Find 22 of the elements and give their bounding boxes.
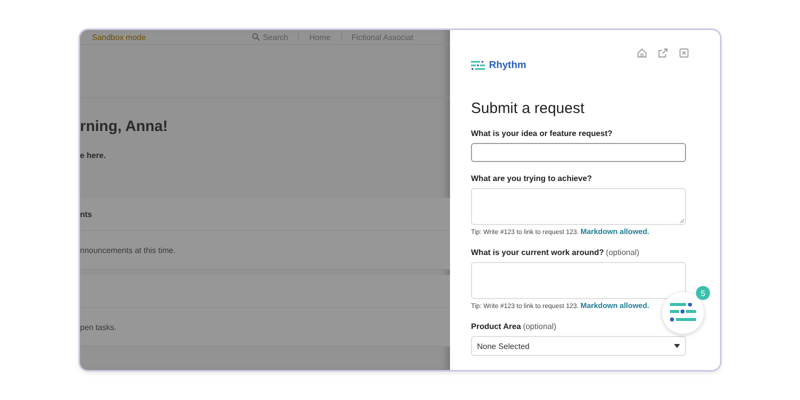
select-dropdown[interactable]: None Selected [471, 336, 686, 356]
caret-icon [674, 344, 680, 348]
greeting-subtitle: e here. [80, 151, 107, 160]
greeting-heading: rning, Anna! [80, 118, 169, 135]
field-label: What is your idea or feature request? [471, 129, 614, 138]
home-icon[interactable] [637, 48, 647, 58]
external-link-icon[interactable] [658, 48, 668, 58]
resize-grip-icon[interactable] [679, 218, 684, 223]
close-icon[interactable] [679, 48, 689, 58]
logo-icon [471, 61, 485, 70]
field-label: What is your current work around? (optional) [471, 248, 640, 257]
logo-icon [670, 303, 696, 323]
search-icon [252, 33, 260, 41]
field-label: Product Area (optional) [471, 322, 558, 331]
brand-name: Rhythm [489, 60, 526, 71]
section-heading: nts [80, 210, 92, 218]
field-label: What are you trying to achieve? [471, 174, 593, 183]
sandbox-mode-label: Sandbox mode [92, 32, 146, 42]
section-message: nnouncements at this time. [80, 246, 176, 254]
section-message: pen tasks. [80, 322, 116, 332]
form-title: Submit a request [471, 100, 586, 117]
input-field[interactable] [471, 143, 686, 162]
